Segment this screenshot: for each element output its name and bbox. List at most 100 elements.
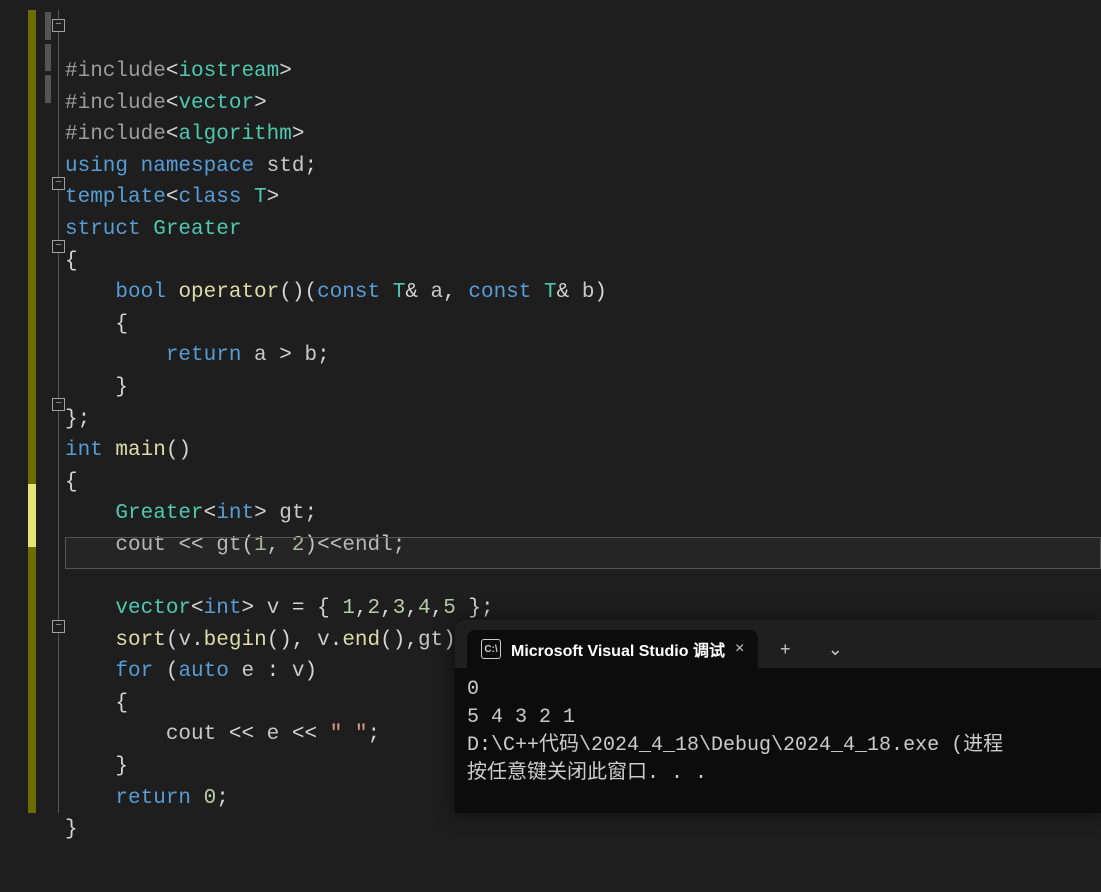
code-line[interactable]: Greater<int> gt; (65, 498, 1101, 530)
token-punct: . (191, 629, 204, 652)
gutter-row (0, 768, 65, 800)
gutter-row: − (0, 389, 65, 421)
code-line[interactable]: { (65, 309, 1101, 341)
token-kw: int (204, 597, 242, 620)
token-kw: bool (115, 281, 178, 304)
token-num: 1 (342, 597, 355, 620)
token-punct: , (443, 281, 468, 304)
token-kw: return (166, 344, 254, 367)
terminal-titlebar[interactable]: C:\ Microsoft Visual Studio 调试 × + ⌄ (455, 620, 1101, 668)
token-ident: a (431, 281, 444, 304)
token-punct: ()( (279, 281, 317, 304)
token-str: " " (330, 723, 368, 746)
gutter-row: − (0, 610, 65, 642)
token-ident: std (267, 155, 305, 178)
token-punct: }; (456, 597, 494, 620)
fold-toggle[interactable]: − (52, 620, 65, 633)
token-angle: > (292, 123, 305, 146)
token-ident: b (304, 344, 317, 367)
token-ident: endl (342, 534, 392, 557)
token-punct: , (267, 534, 292, 557)
token-punct: { (115, 692, 128, 715)
gutter-row (0, 705, 65, 737)
code-line[interactable]: } (65, 814, 1101, 846)
code-line[interactable]: cout << gt(1, 2)<<endl; (65, 530, 1101, 562)
token-punct: , (431, 597, 444, 620)
terminal-tab[interactable]: C:\ Microsoft Visual Studio 调试 × (467, 630, 758, 668)
gutter-row (0, 105, 65, 137)
token-kw: const (468, 281, 544, 304)
token-punct: ( (166, 629, 179, 652)
token-punct: ; (305, 502, 318, 525)
token-type: vector (178, 92, 254, 115)
editor-gutter: − − − − − (0, 0, 65, 813)
token-func: operator (178, 281, 279, 304)
new-tab-button[interactable]: + (762, 630, 808, 668)
code-line[interactable]: { (65, 246, 1101, 278)
code-line[interactable] (65, 562, 1101, 594)
gutter-row (0, 579, 65, 611)
token-kw: int (65, 439, 115, 462)
code-line[interactable]: #include<vector> (65, 88, 1101, 120)
fold-toggle[interactable]: − (52, 240, 65, 253)
code-line[interactable]: { (65, 467, 1101, 499)
code-line[interactable]: template<class T> (65, 182, 1101, 214)
token-type: Greater (153, 218, 241, 241)
fold-toggle[interactable]: − (52, 398, 65, 411)
token-type: T (254, 186, 267, 209)
code-line[interactable]: bool operator()(const T& a, const T& b) (65, 277, 1101, 309)
token-ident: gt (418, 629, 443, 652)
modified-indicator (45, 75, 51, 103)
token-kw: const (317, 281, 393, 304)
token-punct: & (557, 281, 582, 304)
fold-toggle[interactable]: − (52, 19, 65, 32)
token-punct: } (65, 818, 78, 841)
token-punct: << (166, 534, 216, 557)
code-line[interactable]: int main() (65, 435, 1101, 467)
token-punct: << (216, 723, 266, 746)
token-ident: v (317, 629, 330, 652)
token-punct: ; (368, 723, 381, 746)
token-punct: ( (166, 660, 179, 683)
token-kw: for (115, 660, 165, 683)
fold-toggle[interactable]: − (52, 177, 65, 190)
token-punct: , (405, 597, 418, 620)
token-punct: () (166, 439, 191, 462)
gutter-row (0, 547, 65, 579)
code-line[interactable]: #include<iostream> (65, 56, 1101, 88)
close-tab-icon[interactable]: × (735, 640, 744, 658)
token-num: 2 (292, 534, 305, 557)
token-func: begin (204, 629, 267, 652)
gutter-row (0, 421, 65, 453)
code-line[interactable]: }; (65, 404, 1101, 436)
token-type: T (393, 281, 406, 304)
token-punct: ) (305, 660, 318, 683)
gutter-row (0, 673, 65, 705)
token-func: end (342, 629, 380, 652)
token-punct: . (330, 629, 343, 652)
code-line[interactable]: #include<algorithm> (65, 119, 1101, 151)
terminal-output[interactable]: 0 5 4 3 2 1 D:\C++代码\2024_4_18\Debug\202… (455, 668, 1101, 796)
token-punct: : (254, 660, 292, 683)
token-angle: > (241, 597, 266, 620)
token-func: sort (115, 629, 165, 652)
code-line[interactable]: struct Greater (65, 214, 1101, 246)
token-num: 4 (418, 597, 431, 620)
token-pp: #include (65, 92, 166, 115)
token-type: iostream (178, 60, 279, 83)
token-punct: ) (594, 281, 607, 304)
token-kw: class (178, 186, 254, 209)
code-line[interactable]: using namespace std; (65, 151, 1101, 183)
tab-dropdown-button[interactable]: ⌄ (812, 630, 858, 668)
token-pp: #include (65, 60, 166, 83)
token-ident: cout (166, 723, 216, 746)
token-type: T (544, 281, 557, 304)
code-line[interactable]: return a > b; (65, 340, 1101, 372)
token-type: algorithm (178, 123, 291, 146)
debug-console-window[interactable]: C:\ Microsoft Visual Studio 调试 × + ⌄ 0 5… (455, 620, 1101, 813)
token-angle: < (166, 186, 179, 209)
gutter-row (0, 452, 65, 484)
code-line[interactable]: } (65, 372, 1101, 404)
unsaved-change-marker (28, 516, 36, 548)
terminal-icon: C:\ (481, 639, 501, 659)
